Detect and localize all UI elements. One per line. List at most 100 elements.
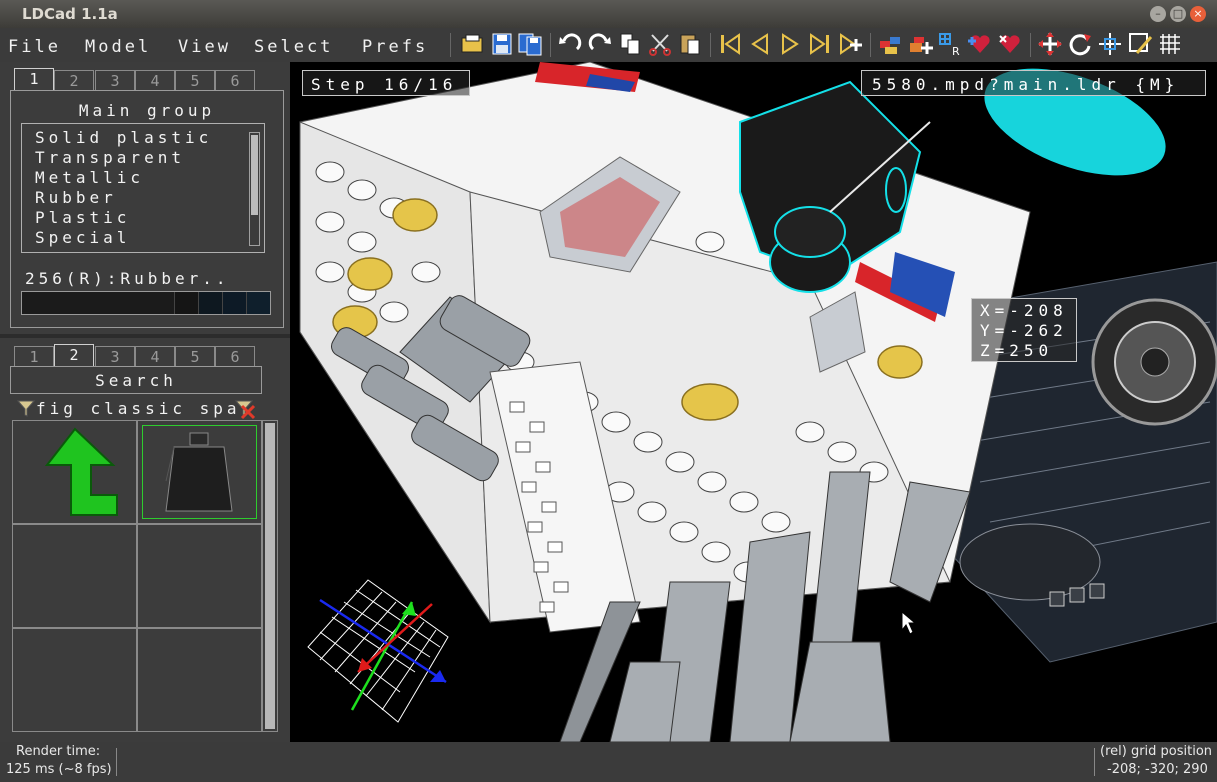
part-cell-empty[interactable] xyxy=(137,524,262,628)
part-cell-minifig-torso[interactable] xyxy=(137,420,262,524)
list-item[interactable]: Plastic xyxy=(35,208,130,227)
maximize-icon[interactable]: □ xyxy=(1170,6,1186,22)
window-title: LDCad 1.1a xyxy=(22,5,118,23)
coord-x: X=-208 xyxy=(980,301,1068,320)
part-cell-up-arrow[interactable] xyxy=(12,420,137,524)
up-arrow-icon xyxy=(44,427,118,516)
search-input[interactable]: fig classic spac xyxy=(36,399,236,418)
list-item[interactable]: Metallic xyxy=(35,168,144,187)
color-tab-5[interactable]: 5 xyxy=(175,70,215,90)
color-swatch[interactable] xyxy=(22,292,175,314)
coord-z: Z=250 xyxy=(980,341,1054,360)
close-icon[interactable]: × xyxy=(1190,6,1206,22)
next-step-icon[interactable] xyxy=(777,31,803,57)
list-item[interactable]: Transparent xyxy=(35,148,185,167)
cut-icon[interactable] xyxy=(647,31,673,57)
model-render xyxy=(299,62,1217,742)
heart-remove-icon[interactable] xyxy=(997,31,1023,57)
pan-icon[interactable] xyxy=(1097,31,1123,57)
selected-color-label: 256(R):Rubber.. xyxy=(25,269,230,288)
svg-text:R: R xyxy=(952,45,960,57)
save-all-icon[interactable] xyxy=(517,31,543,57)
color-swatch[interactable] xyxy=(247,292,270,314)
open-folder-icon[interactable] xyxy=(459,31,485,57)
color-swatch[interactable] xyxy=(199,292,223,314)
color-group-title: Main group xyxy=(78,101,216,120)
parts-panel-title: Search xyxy=(95,371,177,390)
color-tab-6[interactable]: 6 xyxy=(215,70,255,90)
grid-position-value: -208; -320; 290 xyxy=(1107,762,1208,777)
parts-tab-5[interactable]: 5 xyxy=(175,346,215,366)
rotate-icon[interactable] xyxy=(1067,31,1093,57)
add-step-icon[interactable] xyxy=(837,31,863,57)
list-item[interactable]: Rubber xyxy=(35,188,117,207)
scrollbar-thumb[interactable] xyxy=(251,135,258,215)
color-tab-4[interactable]: 4 xyxy=(135,70,175,90)
part-cell-empty[interactable] xyxy=(12,628,137,732)
status-separator xyxy=(1094,748,1095,776)
parts-tab-6[interactable]: 6 xyxy=(215,346,255,366)
heart-add-icon[interactable] xyxy=(967,31,993,57)
minifig-torso-icon xyxy=(165,432,233,512)
coords-readout: X=-208 Y=-262 Z=250 xyxy=(971,298,1077,362)
parts-tab-1[interactable]: 1 xyxy=(14,346,54,366)
3d-viewport[interactable]: Step 16/16 5580.mpd?main.ldr {M} X=-208 … xyxy=(290,62,1217,742)
menu-prefs[interactable]: Prefs xyxy=(362,37,428,57)
part-cell-empty[interactable] xyxy=(12,524,137,628)
clear-filter-icon[interactable] xyxy=(234,398,256,420)
color-swatch[interactable] xyxy=(223,292,247,314)
first-step-icon[interactable] xyxy=(717,31,743,57)
color-swatch-strip[interactable] xyxy=(21,291,271,315)
list-item[interactable]: Special xyxy=(35,228,130,247)
last-step-icon[interactable] xyxy=(807,31,833,57)
menu-file[interactable]: File xyxy=(8,37,61,57)
add-group-icon[interactable] xyxy=(907,31,933,57)
color-list-scrollbar[interactable] xyxy=(249,132,260,246)
paste-icon[interactable] xyxy=(677,31,703,57)
parts-grid xyxy=(12,420,278,732)
color-swatch[interactable] xyxy=(175,292,199,314)
color-tab-1[interactable]: 1 xyxy=(14,68,54,90)
redo-icon[interactable] xyxy=(587,31,613,57)
edit-icon[interactable] xyxy=(1127,31,1153,57)
toolbar-separator xyxy=(1030,33,1031,57)
toolbar-separator xyxy=(710,33,711,57)
render-time-value: 125 ms (~8 fps) xyxy=(6,762,112,777)
save-icon[interactable] xyxy=(489,31,515,57)
parts-scrollbar[interactable] xyxy=(262,420,278,732)
status-separator xyxy=(116,748,117,776)
scrollbar-thumb[interactable] xyxy=(265,423,275,729)
minimize-icon[interactable]: – xyxy=(1150,6,1166,22)
coord-y: Y=-262 xyxy=(980,321,1068,340)
model-path-label: 5580.mpd?main.ldr {M} xyxy=(861,70,1206,96)
title-bar: LDCad 1.1a – □ × xyxy=(0,0,1217,28)
render-time-label: Render time: xyxy=(16,744,101,759)
menu-select[interactable]: Select xyxy=(254,37,333,57)
move-icon[interactable] xyxy=(1037,31,1063,57)
color-group-list[interactable]: Solid plastic Transparent Metallic Rubbe… xyxy=(21,123,265,253)
toolbar-separator xyxy=(450,33,451,57)
left-sidebar: 1 2 3 4 5 6 Main group Solid plastic Tra… xyxy=(0,62,290,742)
undo-icon[interactable] xyxy=(557,31,583,57)
mouse-cursor xyxy=(901,610,917,635)
status-bar: Render time: 125 ms (~8 fps) (rel) grid … xyxy=(0,742,1217,782)
menu-view[interactable]: View xyxy=(178,37,231,57)
group-icon[interactable] xyxy=(877,31,903,57)
snap-grid-icon[interactable] xyxy=(1157,31,1183,57)
parts-tab-4[interactable]: 4 xyxy=(135,346,175,366)
grid-r-icon[interactable]: R xyxy=(937,31,963,57)
part-cell-empty[interactable] xyxy=(137,628,262,732)
parts-tab-2[interactable]: 2 xyxy=(54,344,94,366)
color-panel-frame: Main group Solid plastic Transparent Met… xyxy=(10,90,284,328)
menu-toolbar: File Model View Select Prefs R xyxy=(0,28,1217,62)
filter-icon[interactable] xyxy=(16,398,36,418)
color-tab-2[interactable]: 2 xyxy=(54,70,94,90)
parts-tab-3[interactable]: 3 xyxy=(95,346,135,366)
panel-splitter[interactable] xyxy=(0,334,290,338)
list-item[interactable]: Solid plastic xyxy=(35,128,212,147)
copy-icon[interactable] xyxy=(617,31,643,57)
menu-model[interactable]: Model xyxy=(85,37,151,57)
color-tab-3[interactable]: 3 xyxy=(95,70,135,90)
orientation-grid xyxy=(307,579,449,723)
prev-step-icon[interactable] xyxy=(747,31,773,57)
